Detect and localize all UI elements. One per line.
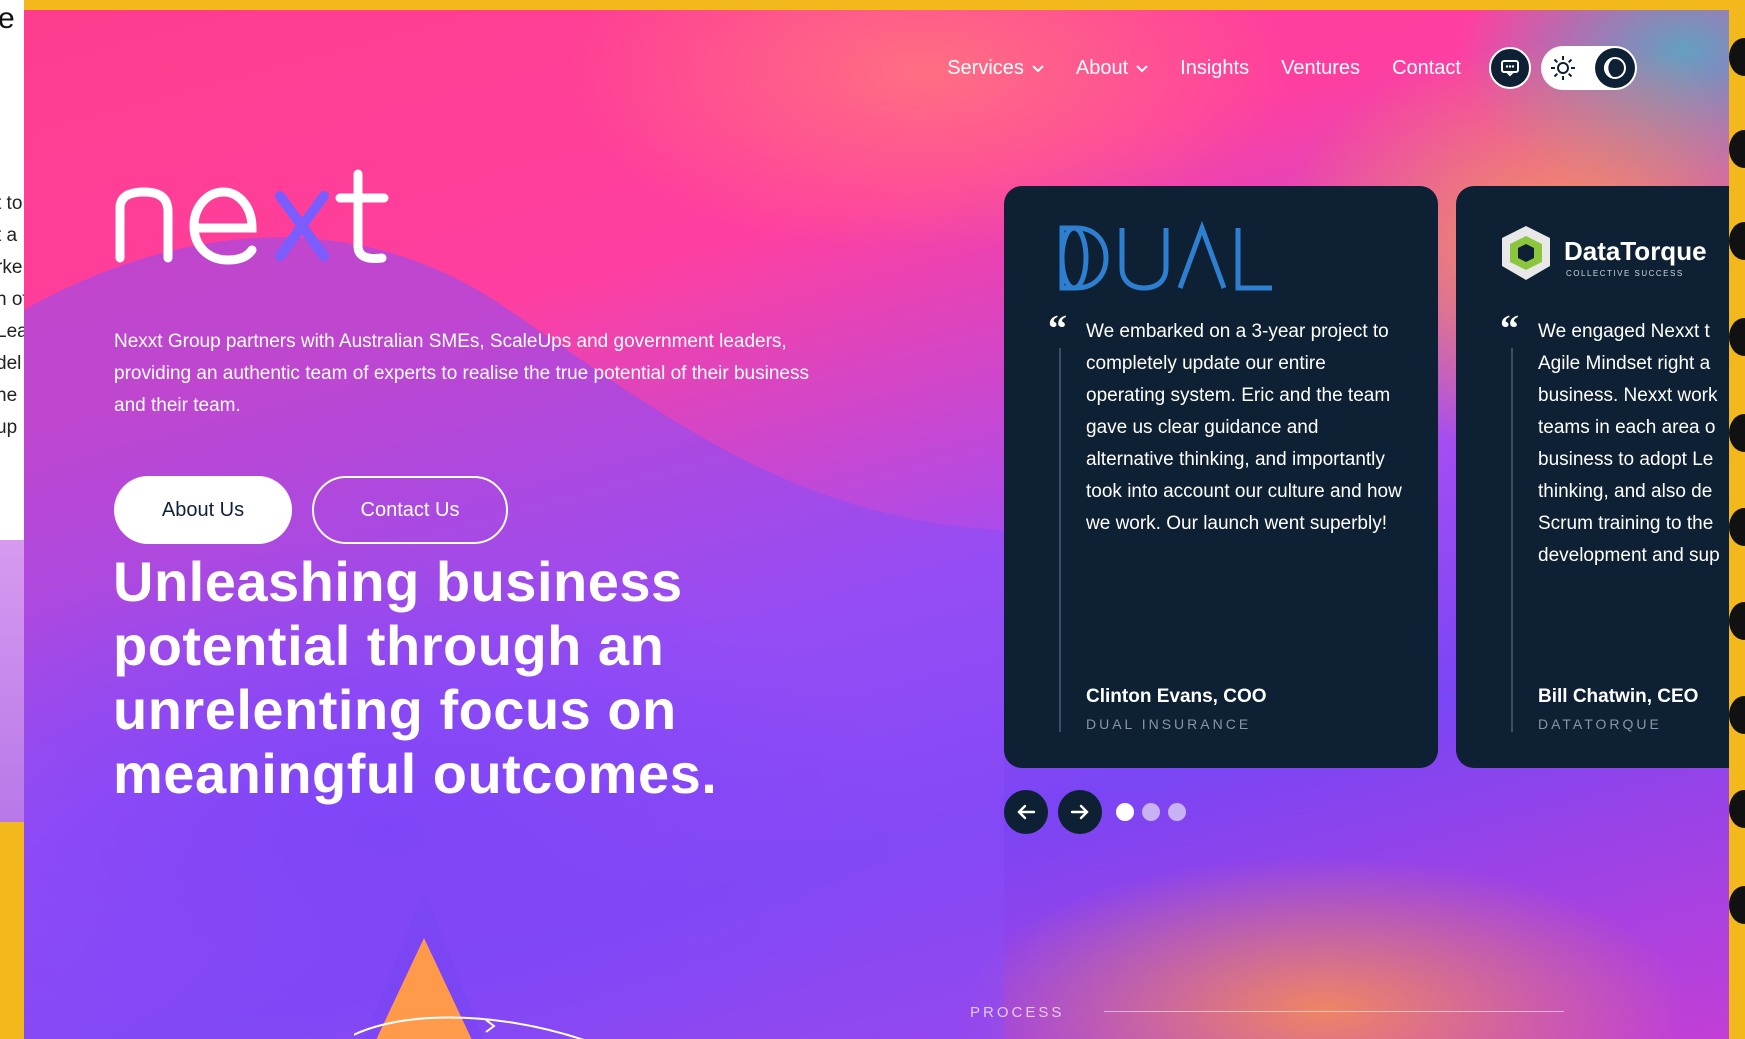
chevron-down-icon [1032, 65, 1044, 73]
testimonial-author: Clinton Evans, COO [1086, 686, 1267, 707]
peek-line: t a [0, 225, 18, 246]
background-window-peek: e t to t a rke n of Lea del he up [0, 0, 24, 822]
edge-dot [1729, 602, 1745, 640]
edge-dot [1729, 886, 1745, 924]
carousel-dot-1[interactable] [1116, 803, 1134, 821]
process-divider [1104, 1011, 1564, 1012]
sun-icon [1551, 56, 1575, 80]
chat-icon [1501, 60, 1519, 77]
peek-line: he [0, 385, 18, 406]
dark-mode-button[interactable] [1595, 48, 1635, 88]
nexxt-logo [115, 169, 389, 265]
quote-line: development and sup [1538, 545, 1720, 566]
quote-line: We engaged Nexxt t [1538, 321, 1710, 342]
quote-mark-icon: “ [1500, 308, 1519, 350]
peek-title: e [0, 2, 15, 35]
nav-ventures[interactable]: Ventures [1281, 57, 1360, 80]
process-label: PROCESS [970, 1004, 1065, 1021]
nav-insights[interactable]: Insights [1180, 57, 1249, 80]
hero-buttons: About Us Contact Us [114, 476, 508, 544]
testimonial-org: DUAL INSURANCE [1086, 716, 1252, 732]
quote-line: business. Nexxt work [1538, 385, 1718, 406]
edge-dot [1729, 222, 1745, 260]
peek-line: Lea [0, 321, 24, 342]
testimonial-card-datatorque: DataTorque COLLECTIVE SUCCESS “ We engag… [1456, 186, 1729, 768]
peek-text: t to t a rke n of Lea del he up [0, 188, 24, 444]
main-nav: Services About Insights Ventures Contact [915, 46, 1637, 90]
edge-dot [1729, 696, 1745, 734]
contact-us-button[interactable]: Contact Us [312, 476, 508, 544]
edge-dot [1729, 38, 1745, 76]
carousel-controls [1004, 790, 1194, 834]
nav-services[interactable]: Services [947, 57, 1044, 80]
quote-line: business to adopt Le [1538, 449, 1714, 470]
quote-line: Scrum training to the [1538, 513, 1714, 534]
carousel-next-button[interactable] [1058, 790, 1102, 834]
peek-line: up [0, 417, 18, 438]
carousel-dots [1116, 803, 1194, 821]
process-triangle-graphic [354, 890, 585, 1039]
edge-dot [1729, 318, 1745, 356]
nav-contact[interactable]: Contact [1392, 57, 1461, 80]
background-edge-dots [1729, 0, 1745, 1039]
theme-toggle[interactable] [1541, 46, 1637, 90]
chevron-down-icon [1136, 65, 1148, 73]
datatorque-wordmark: DataTorque [1564, 236, 1707, 266]
nav-services-label: Services [947, 56, 1024, 79]
peek-line: rke [0, 257, 23, 278]
webpage: Services About Insights Ventures Contact [24, 10, 1729, 1039]
nav-about[interactable]: About [1076, 57, 1148, 80]
datatorque-tagline: COLLECTIVE SUCCESS [1566, 269, 1684, 278]
arrow-right-icon [1070, 804, 1089, 820]
quote-rule [1511, 348, 1513, 732]
quote-line: Agile Mindset right a [1538, 353, 1711, 374]
dual-logo [1059, 220, 1272, 291]
edge-dot [1729, 130, 1745, 168]
arrow-left-icon [1017, 804, 1036, 820]
carousel-dot-2[interactable] [1142, 803, 1160, 821]
testimonial-org: DATATORQUE [1538, 716, 1662, 732]
carousel-dot-3[interactable] [1168, 803, 1186, 821]
chat-button[interactable] [1489, 47, 1531, 89]
moon-icon [1604, 57, 1626, 79]
edge-dot [1729, 414, 1745, 452]
peek-line: del [0, 353, 22, 374]
testimonial-quote: We engaged Nexxt t Agile Mindset right a b… [1538, 316, 1729, 572]
edge-dot [1729, 508, 1745, 546]
quote-line: teams in each area o [1538, 417, 1716, 438]
peek-panel [0, 540, 24, 822]
light-mode-button[interactable] [1543, 48, 1583, 88]
quote-rule [1059, 348, 1061, 732]
about-us-button[interactable]: About Us [114, 476, 292, 544]
edge-dot [1729, 790, 1745, 828]
testimonial-quote: We embarked on a 3-year project to compl… [1086, 321, 1402, 534]
testimonial-author: Bill Chatwin, CEO [1538, 686, 1699, 707]
quote-mark-icon: “ [1048, 308, 1067, 350]
hero-intro: Nexxt Group partners with Australian SME… [114, 331, 809, 416]
carousel-prev-button[interactable] [1004, 790, 1048, 834]
quote-line: thinking, and also de [1538, 481, 1713, 502]
nav-about-label: About [1075, 56, 1129, 79]
datatorque-logo: DataTorque COLLECTIVE SUCCESS [1502, 226, 1707, 280]
peek-line: n of [0, 289, 24, 310]
hero-headline: Unleashing business potential through an… [113, 550, 718, 805]
testimonial-card-dual: “ We embarked on a 3-year project to com… [1004, 186, 1438, 768]
peek-line: t to [0, 193, 23, 214]
